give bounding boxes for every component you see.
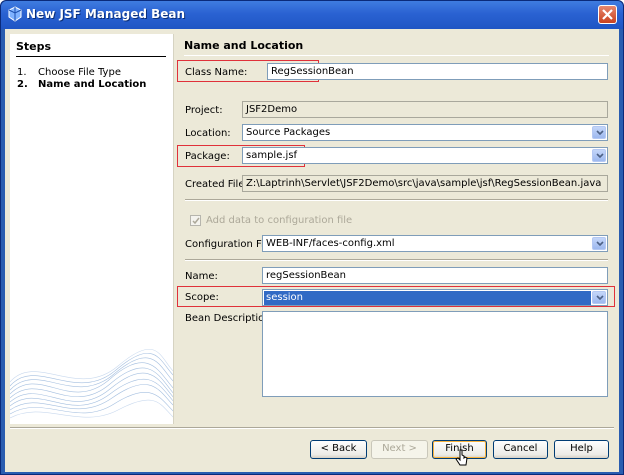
step-number: 2. xyxy=(17,79,28,90)
step-label: Name and Location xyxy=(38,79,147,90)
created-file-label: Created File: xyxy=(185,179,248,190)
location-label: Location: xyxy=(185,128,231,139)
dialog-content: Steps 1. Choose File Type 2. Name and Loca… xyxy=(5,29,619,472)
close-icon xyxy=(602,9,613,20)
separator xyxy=(185,259,608,261)
steps-panel: Steps 1. Choose File Type 2. Name and Loca… xyxy=(10,34,174,424)
chevron-down-icon xyxy=(596,241,604,247)
dropdown-arrow-button[interactable] xyxy=(592,149,606,162)
dropdown-arrow-button[interactable] xyxy=(592,291,606,304)
step-name-and-location: 2. Name and Location xyxy=(17,79,146,90)
chevron-down-icon xyxy=(596,130,604,136)
name-label: Name: xyxy=(185,271,218,282)
scope-value: session xyxy=(264,291,591,305)
package-value: sample.jsf xyxy=(246,150,298,161)
step-number: 1. xyxy=(17,67,27,78)
steps-title: Steps xyxy=(16,40,166,57)
step-label: Choose File Type xyxy=(38,67,121,78)
scope-label: Scope: xyxy=(185,292,219,303)
config-file-value: WEB-INF/faces-config.xml xyxy=(266,238,395,249)
button-bar-divider xyxy=(10,427,614,429)
add-config-label: Add data to configuration file xyxy=(206,215,353,226)
bean-description-label: Bean Description: xyxy=(185,313,274,324)
project-label: Project: xyxy=(185,105,223,116)
package-dropdown[interactable]: sample.jsf xyxy=(242,147,608,164)
back-button[interactable]: < Back xyxy=(310,440,367,459)
title-bar[interactable]: New JSF Managed Bean xyxy=(1,1,623,29)
dialog-window: New JSF Managed Bean Steps 1. Choose File… xyxy=(0,0,624,475)
created-file-field: Z:\Laptrinh\Servlet\JSF2Demo\src\java\sa… xyxy=(242,175,608,192)
help-button[interactable]: Help xyxy=(554,440,609,459)
location-value: Source Packages xyxy=(246,127,331,138)
project-field: JSF2Demo xyxy=(242,101,608,118)
location-dropdown[interactable]: Source Packages xyxy=(242,124,608,141)
form-panel: Name and Location Class Name: RegSession… xyxy=(175,34,615,424)
mouse-pointer-icon xyxy=(455,449,468,466)
next-button[interactable]: Next > xyxy=(371,440,428,459)
dropdown-arrow-button[interactable] xyxy=(592,126,606,139)
class-name-input[interactable]: RegSessionBean xyxy=(267,63,608,80)
bean-description-textarea[interactable] xyxy=(262,311,608,397)
close-button[interactable] xyxy=(598,5,617,24)
section-title: Name and Location xyxy=(184,39,609,56)
config-file-dropdown[interactable]: WEB-INF/faces-config.xml xyxy=(262,235,608,252)
dropdown-arrow-button[interactable] xyxy=(592,237,606,250)
cancel-button[interactable]: Cancel xyxy=(493,440,548,459)
chevron-down-icon xyxy=(596,295,604,301)
package-label: Package: xyxy=(185,151,230,162)
window-title: New JSF Managed Bean xyxy=(26,7,186,21)
bean-icon xyxy=(8,6,22,22)
class-name-label: Class Name: xyxy=(185,67,248,78)
step-choose-file-type: 1. Choose File Type xyxy=(17,67,121,78)
separator xyxy=(185,199,608,201)
checkmark-icon xyxy=(192,217,200,225)
name-input[interactable]: regSessionBean xyxy=(262,267,608,284)
wave-decoration xyxy=(10,349,173,419)
chevron-down-icon xyxy=(596,153,604,159)
scope-dropdown[interactable]: session xyxy=(262,289,608,306)
add-config-checkbox[interactable] xyxy=(190,215,201,226)
